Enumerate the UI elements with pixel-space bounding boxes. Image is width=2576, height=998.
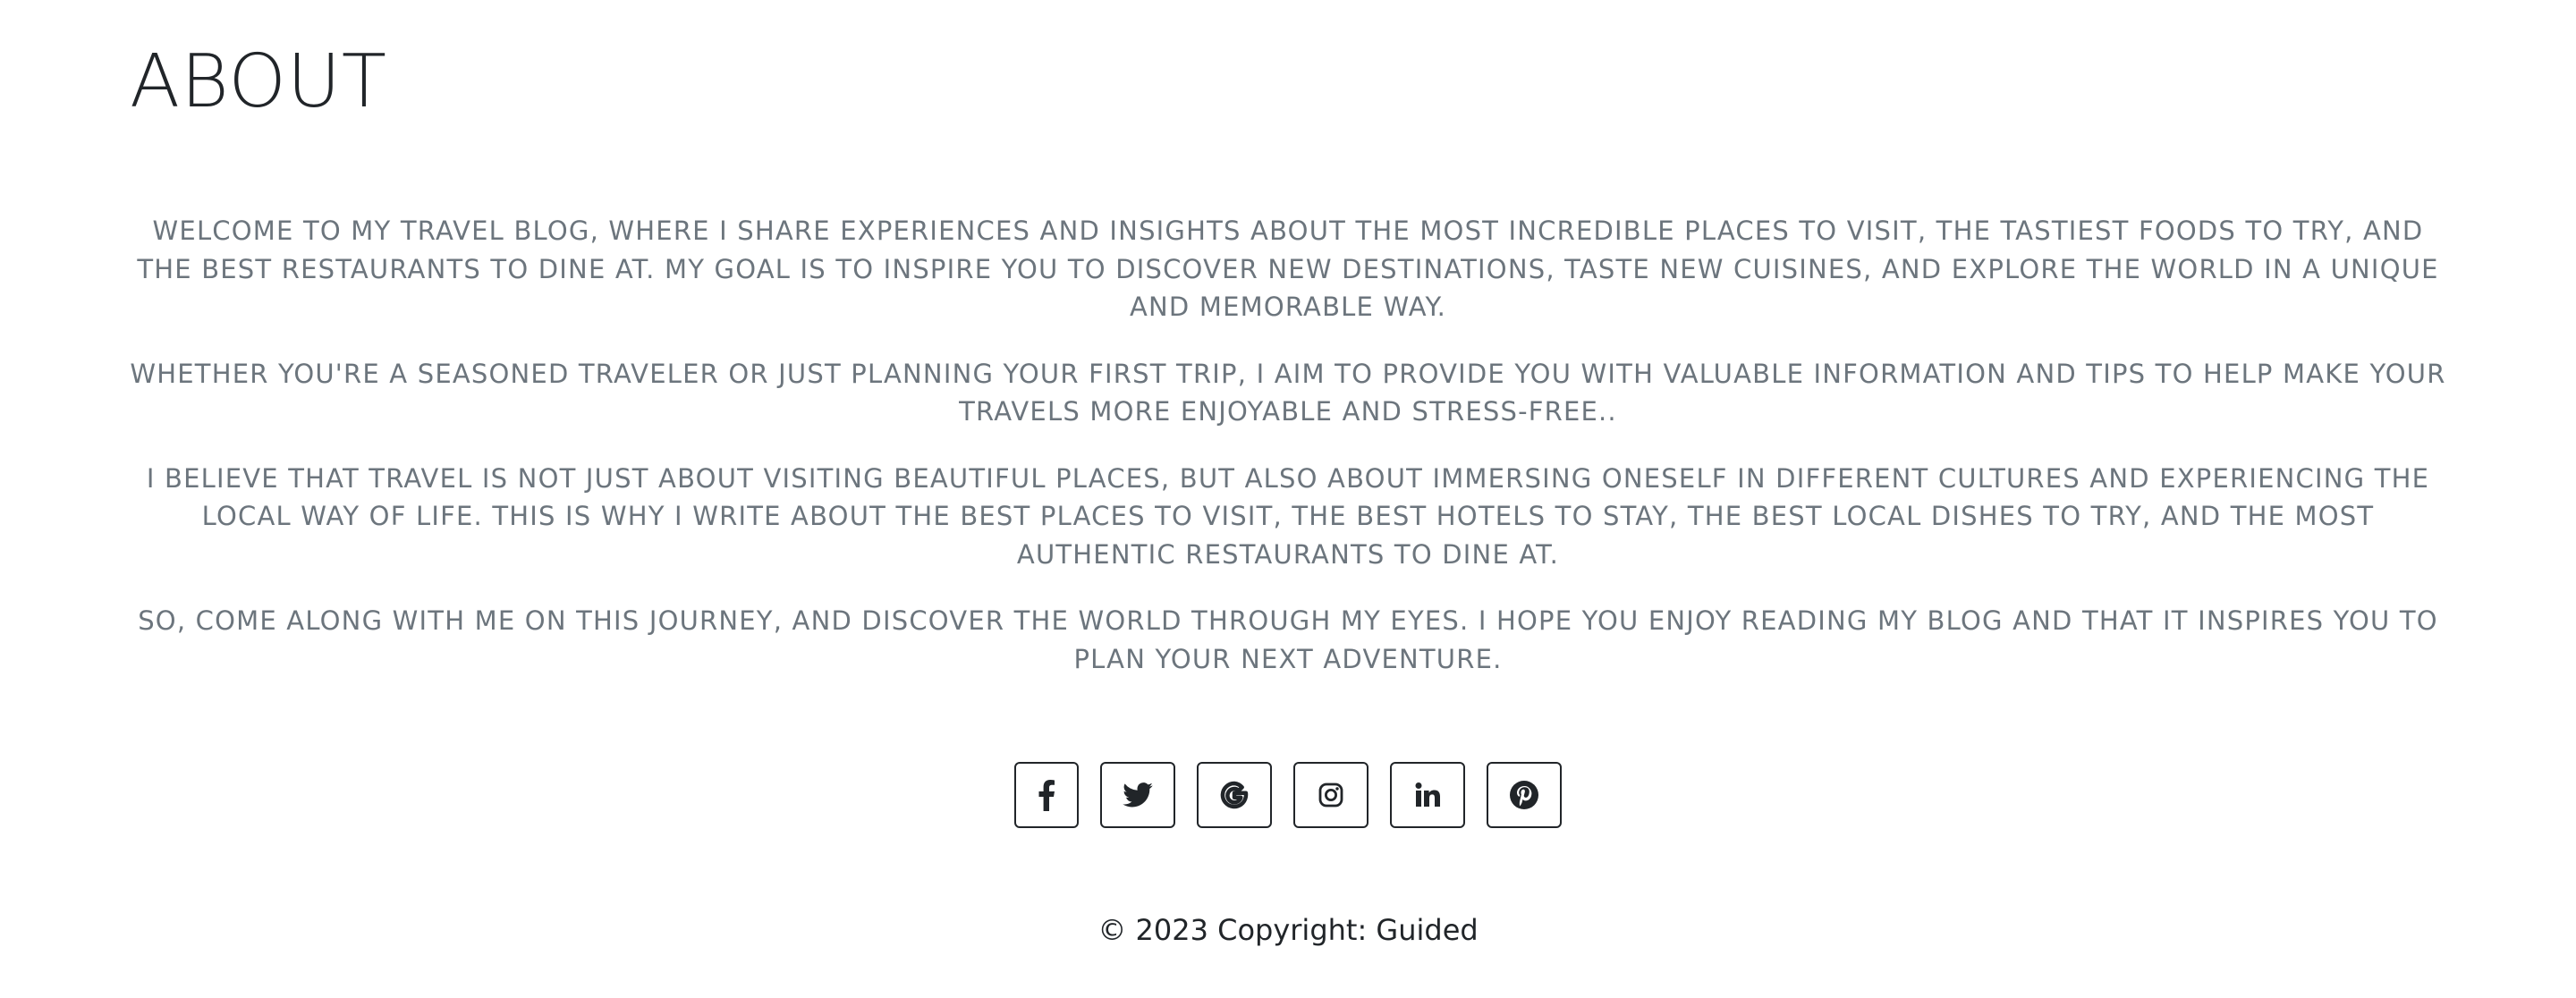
linkedin-button[interactable] <box>1390 762 1465 828</box>
about-paragraph: SO, COME ALONG WITH ME ON THIS JOURNEY, … <box>138 605 2438 674</box>
linkedin-icon <box>1414 782 1441 808</box>
google-button[interactable] <box>1197 762 1272 828</box>
pinterest-icon <box>1509 780 1539 810</box>
about-paragraph: WELCOME TO MY TRAVEL BLOG, WHERE I SHARE… <box>137 216 2439 322</box>
social-links <box>0 762 2576 828</box>
instagram-icon <box>1318 782 1344 808</box>
facebook-icon <box>1038 779 1055 811</box>
copyright-text: © 2023 Copyright: Guided <box>1097 913 1479 947</box>
google-icon <box>1220 781 1249 809</box>
about-paragraph: WHETHER YOU'RE A SEASONED TRAVELER OR JU… <box>130 358 2446 427</box>
about-section: WELCOME TO MY TRAVEL BLOG, WHERE I SHARE… <box>125 212 2451 706</box>
page-title: ABOUT <box>130 39 387 124</box>
twitter-icon <box>1123 782 1153 808</box>
about-paragraph: I BELIEVE THAT TRAVEL IS NOT JUST ABOUT … <box>146 462 2430 570</box>
facebook-button[interactable] <box>1014 762 1079 828</box>
instagram-button[interactable] <box>1293 762 1368 828</box>
twitter-button[interactable] <box>1100 762 1175 828</box>
pinterest-button[interactable] <box>1487 762 1562 828</box>
page: ABOUT WELCOME TO MY TRAVEL BLOG, WHERE I… <box>0 0 2576 998</box>
